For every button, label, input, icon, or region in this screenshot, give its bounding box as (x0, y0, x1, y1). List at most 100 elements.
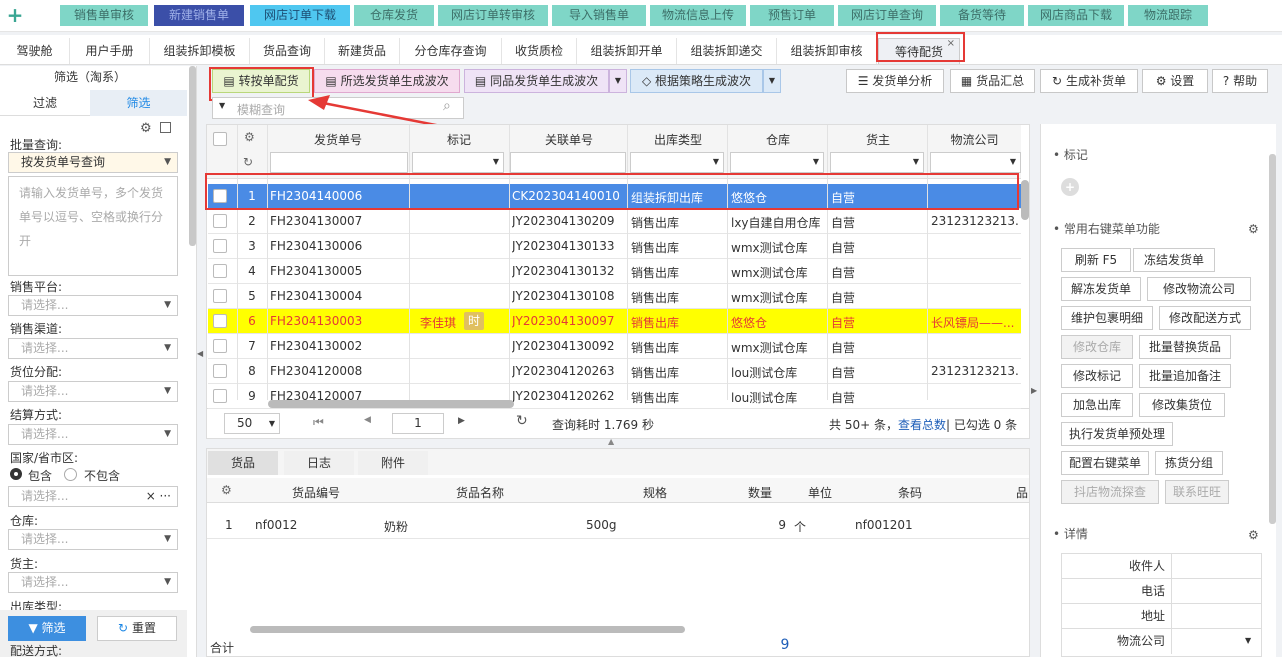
batch-query-select[interactable]: 按发货单号查询 ▼ (8, 152, 178, 173)
sidebar-scrollbar[interactable] (189, 66, 196, 246)
topnav-item[interactable]: 物流跟踪 (1128, 5, 1208, 26)
context-action-button[interactable]: 拣货分组 (1155, 451, 1223, 475)
replenish-button[interactable]: ↻ 生成补货单 (1040, 69, 1138, 93)
gear-icon[interactable]: ⚙ (221, 483, 232, 497)
col-header[interactable]: 品 (1016, 484, 1028, 501)
grid-vscrollbar[interactable] (1021, 180, 1029, 220)
filter-select-log[interactable]: ▼ (930, 152, 1021, 173)
tab-log[interactable]: 日志 (284, 451, 354, 475)
first-page-icon[interactable]: ⏮ (313, 415, 324, 430)
tab-screen[interactable]: 筛选 (90, 90, 187, 116)
context-action-button[interactable]: 加急出库 (1061, 393, 1133, 417)
row-checkbox[interactable] (213, 314, 227, 328)
chevron-down-icon[interactable]: ▼ (1245, 636, 1251, 645)
topnav-item[interactable]: 网店订单下载 (250, 5, 350, 26)
gear-icon[interactable]: ⚙ (1248, 222, 1259, 236)
topnav-item[interactable]: 销售单审核 (60, 5, 148, 26)
col-header[interactable]: 条码 (850, 484, 970, 501)
row-checkbox[interactable] (213, 364, 227, 378)
col-header[interactable]: 标记 (410, 131, 508, 148)
analysis-button[interactable]: ☰ 发货单分析 (846, 69, 944, 93)
detail-hscrollbar[interactable] (250, 626, 685, 633)
topnav-item[interactable]: 备货等待 (940, 5, 1024, 26)
gear-icon[interactable]: ⚙ (140, 121, 152, 136)
total-link[interactable]: 查看总数 (898, 418, 946, 432)
row-checkbox[interactable] (213, 389, 227, 403)
col-header[interactable]: 仓库 (728, 131, 828, 148)
col-header[interactable]: 货主 (828, 131, 928, 148)
col-header[interactable]: 发货单号 (268, 131, 408, 148)
gear-icon[interactable]: ⚙ (244, 130, 255, 144)
save-icon[interactable] (160, 122, 171, 133)
col-header[interactable]: 数量 (730, 484, 790, 501)
filter-input-no[interactable] (270, 152, 408, 173)
context-action-button[interactable]: 抖店物流探查 (1061, 480, 1159, 504)
add-icon[interactable]: + (4, 4, 26, 26)
radio-exclude[interactable] (64, 468, 77, 481)
collapse-icon[interactable]: ◀ (197, 349, 203, 358)
topnav-item[interactable]: 网店订单转审核 (438, 5, 548, 26)
splitter-icon[interactable]: ▲ (608, 437, 614, 446)
context-action-button[interactable]: 修改仓库 (1061, 335, 1133, 359)
warehouse-select[interactable]: 请选择... ▼ (8, 529, 178, 550)
platform-select[interactable]: 请选择... ▼ (8, 295, 178, 316)
col-header[interactable]: 货品名称 (380, 484, 580, 501)
row-checkbox[interactable] (213, 264, 227, 278)
page-input[interactable]: 1 (392, 413, 444, 434)
col-header[interactable]: 单位 (790, 484, 850, 501)
tab-goods[interactable]: 货品 (208, 451, 278, 475)
row-checkbox[interactable] (213, 189, 227, 203)
filter-input-rel[interactable] (510, 152, 626, 173)
grid-hscrollbar[interactable] (268, 400, 514, 408)
topnav-item[interactable]: 预售订单 (750, 5, 834, 26)
context-action-button[interactable]: 联系旺旺 (1165, 480, 1229, 504)
col-header[interactable]: 物流公司 (928, 131, 1021, 148)
tab[interactable]: 组装拆卸开单 (577, 38, 677, 64)
filter-select-type[interactable]: ▼ (630, 152, 724, 173)
collapse-icon[interactable]: ▶ (1031, 386, 1037, 395)
radio-include[interactable] (10, 468, 22, 480)
col-header[interactable]: 出库类型 (628, 131, 728, 148)
filter-button[interactable]: ▼ 筛选 (8, 616, 86, 641)
next-page-icon[interactable]: ▶ (458, 416, 465, 426)
topnav-item[interactable]: 网店商品下载 (1028, 5, 1124, 26)
clear-more-icon[interactable]: × ··· (146, 487, 171, 506)
summary-button[interactable]: ▦ 货品汇总 (950, 69, 1035, 93)
channel-select[interactable]: 请选择... ▼ (8, 338, 178, 359)
row-checkbox[interactable] (213, 289, 227, 303)
settle-select[interactable]: 请选择... ▼ (8, 424, 178, 445)
context-action-button[interactable]: 冻结发货单 (1133, 248, 1215, 272)
chevron-down-icon[interactable]: ▼ (763, 69, 781, 93)
filter-select-mark[interactable]: ▼ (412, 152, 504, 173)
context-action-button[interactable]: 批量替换货品 (1139, 335, 1231, 359)
tab-attachment[interactable]: 附件 (358, 451, 428, 475)
help-button[interactable]: ? 帮助 (1212, 69, 1268, 93)
context-action-button[interactable]: 批量追加备注 (1139, 364, 1231, 388)
tab[interactable]: 新建货品 (325, 38, 400, 64)
strategy-wave-button[interactable]: ◇ 根据策略生成波次 (630, 69, 763, 93)
to-order-allocation-button[interactable]: ▤ 转按单配货 (212, 69, 310, 93)
tab[interactable]: 驾驶舱 (0, 38, 70, 64)
context-action-button[interactable]: 修改标记 (1061, 364, 1133, 388)
refresh-icon[interactable]: ↻ (516, 413, 528, 429)
topnav-item[interactable]: 网店订单查询 (838, 5, 936, 26)
region-select[interactable]: 请选择... × ··· (8, 486, 178, 507)
tab-waiting-allocation[interactable]: 等待配货 × (878, 38, 960, 64)
row-checkbox[interactable] (213, 239, 227, 253)
filter-select-owner[interactable]: ▼ (830, 152, 924, 173)
tab[interactable]: 收货质检 (502, 38, 577, 64)
add-mark-icon[interactable]: + (1061, 178, 1079, 196)
col-header[interactable]: 规格 (580, 484, 730, 501)
batch-query-textarea[interactable]: 请输入发货单号，多个发货单号以逗号、空格或换行分开 (8, 176, 178, 276)
tab[interactable]: 组装拆卸递交 (677, 38, 777, 64)
topnav-item[interactable]: 导入销售单 (552, 5, 646, 26)
context-action-button[interactable]: 解冻发货单 (1061, 277, 1141, 301)
right-scrollbar[interactable] (1269, 154, 1276, 524)
tab-filter[interactable]: 过滤 (0, 90, 90, 116)
settings-button[interactable]: ⚙ 设置 (1142, 69, 1208, 93)
tab[interactable]: 分仓库存查询 (400, 38, 502, 64)
refresh-icon[interactable]: ↻ (243, 155, 253, 169)
context-action-button[interactable]: 刷新 F5 (1061, 248, 1131, 272)
owner-select[interactable]: 请选择... ▼ (8, 572, 178, 593)
select-all-checkbox[interactable] (213, 132, 227, 146)
